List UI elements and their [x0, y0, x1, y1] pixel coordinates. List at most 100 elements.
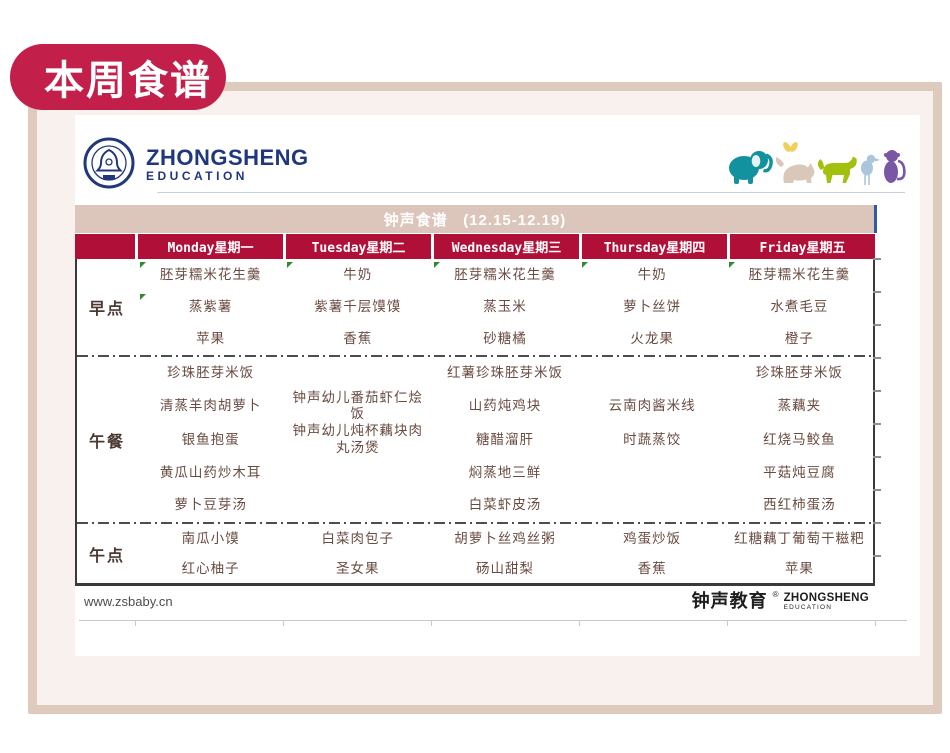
menu-cell: 红心柚子 — [137, 554, 284, 584]
menu-row: 清蒸羊肉胡萝卜钟声幼儿番茄虾仁烩饭山药炖鸡块云南肉酱米线蒸藕夹 — [137, 390, 873, 424]
menu-row: 南瓜小馍白菜肉包子胡萝卜丝鸡丝粥鸡蛋炒饭红糖藕丁葡萄干糍粑 — [137, 524, 873, 554]
menu-cell: 水煮毛豆 — [726, 291, 873, 323]
menu-row: 苹果香蕉砂糖橘火龙果橙子 — [137, 323, 873, 355]
logo-title: ZHONGSHENG — [146, 147, 309, 169]
menu-cell: 鸡蛋炒饭 — [579, 524, 726, 554]
menu-cell: 珍珠胚芽米饭 — [137, 357, 284, 390]
footer-brand-en: ZHONGSHENG — [784, 593, 869, 604]
menu-cell: 白菜肉包子 — [284, 524, 431, 554]
menu-cell: 牛奶 — [284, 259, 431, 291]
menu-cell: 香蕉 — [579, 554, 726, 584]
menu-table-title-bar: 钟声食谱 (12.15-12.19) — [75, 205, 875, 233]
registered-mark: ® — [773, 590, 779, 599]
meal-label: 早点 — [77, 259, 137, 355]
menu-cell — [579, 490, 726, 523]
menu-cell: 焖蒸地三鲜 — [431, 457, 578, 490]
menu-cell: 火龙果 — [579, 323, 726, 355]
menu-cell: 胚芽糯米花生羹 — [431, 259, 578, 291]
menu-cell: 胡萝卜丝鸡丝粥 — [431, 524, 578, 554]
school-logo-seal-icon — [83, 137, 135, 194]
spreadsheet-grid-line — [79, 620, 907, 626]
menu-cell: 红薯珍珠胚芽米饭 — [431, 357, 578, 390]
school-logo: ZHONGSHENG EDUCATION — [83, 137, 309, 194]
menu-cell — [284, 457, 431, 490]
cat-icon — [776, 157, 814, 183]
menu-cell: 云南肉酱米线 — [579, 390, 726, 424]
menu-cell: 钟声幼儿炖杯藕块肉丸汤煲 — [284, 423, 431, 457]
bird-icon — [861, 155, 880, 185]
menu-cell: 苹果 — [137, 323, 284, 355]
comment-marker-icon — [582, 262, 588, 268]
comment-marker-icon — [729, 262, 735, 268]
menu-cell: 紫薯千层馍馍 — [284, 291, 431, 323]
day-header-tuesday: Tuesday星期二 — [286, 234, 431, 259]
menu-cell: 橙子 — [726, 323, 873, 355]
menu-row: 珍珠胚芽米饭 红薯珍珠胚芽米饭 珍珠胚芽米饭 — [137, 357, 873, 390]
week-menu-badge-label: 本周食谱 — [44, 48, 212, 106]
menu-cell: 白菜虾皮汤 — [431, 490, 578, 523]
dog-icon — [818, 157, 857, 184]
butterfly-icon — [782, 141, 800, 154]
menu-table-body: 早点胚芽糯米花生羹牛奶胚芽糯米花生羹牛奶胚芽糯米花生羹蒸紫薯紫薯千层馍馍蒸玉米萝… — [75, 259, 875, 584]
menu-cell: 蒸紫薯 — [137, 291, 284, 323]
menu-cell: 糖醋溜肝 — [431, 423, 578, 457]
menu-cell: 胚芽糯米花生羹 — [137, 259, 284, 291]
menu-cell — [579, 357, 726, 390]
menu-sheet: ZHONGSHENG EDUCATION — [75, 115, 920, 656]
menu-cell: 蒸玉米 — [431, 291, 578, 323]
footer-brand-en-sub: EDUCATION — [784, 604, 869, 612]
menu-row: 黄瓜山药炒木耳 焖蒸地三鲜 平菇炖豆腐 — [137, 457, 873, 490]
menu-cell: 南瓜小馍 — [137, 524, 284, 554]
elephant-icon — [729, 151, 771, 184]
comment-marker-icon — [434, 262, 440, 268]
meal-label: 午点 — [77, 524, 137, 584]
logo-subtitle: EDUCATION — [146, 169, 309, 184]
menu-row: 胚芽糯米花生羹牛奶胚芽糯米花生羹牛奶胚芽糯米花生羹 — [137, 259, 873, 291]
day-header-thursday: Thursday星期四 — [582, 234, 727, 259]
meal-section: 午餐珍珠胚芽米饭红薯珍珠胚芽米饭珍珠胚芽米饭清蒸羊肉胡萝卜钟声幼儿番茄虾仁烩饭山… — [77, 357, 873, 522]
menu-cell: 牛奶 — [579, 259, 726, 291]
menu-cell: 时蔬蒸饺 — [579, 423, 726, 457]
menu-cell: 黄瓜山药炒木耳 — [137, 457, 284, 490]
day-header-wednesday: Wednesday星期三 — [434, 234, 579, 259]
menu-cell: 蒸藕夹 — [726, 390, 873, 424]
menu-cell: 砀山甜梨 — [431, 554, 578, 584]
menu-cell — [284, 357, 431, 390]
menu-row: 银鱼抱蛋钟声幼儿炖杯藕块肉丸汤煲糖醋溜肝时蔬蒸饺红烧马鲛鱼 — [137, 423, 873, 457]
meal-label: 午餐 — [77, 357, 137, 522]
menu-cell: 平菇炖豆腐 — [726, 457, 873, 490]
selection-caret — [874, 205, 877, 233]
day-header-corner-cell — [75, 234, 135, 259]
menu-row: 红心柚子圣女果砀山甜梨香蕉苹果 — [137, 554, 873, 584]
weekly-menu-screen: 本周食谱 ZHONGSHENG EDUCATION — [0, 0, 950, 753]
menu-cell: 银鱼抱蛋 — [137, 423, 284, 457]
day-header-row: Monday星期一 Tuesday星期二 Wednesday星期三 Thursd… — [75, 234, 875, 259]
comment-marker-icon — [140, 262, 146, 268]
menu-cell — [284, 490, 431, 523]
monkey-icon — [884, 150, 904, 183]
day-header-friday: Friday星期五 — [730, 234, 875, 259]
menu-cell: 圣女果 — [284, 554, 431, 584]
comment-marker-icon — [140, 294, 146, 300]
meal-section: 午点南瓜小馍白菜肉包子胡萝卜丝鸡丝粥鸡蛋炒饭红糖藕丁葡萄干糍粑红心柚子圣女果砀山… — [77, 524, 873, 584]
animal-icons-row — [726, 139, 906, 192]
menu-row: 萝卜豆芽汤 白菜虾皮汤 西红柿蛋汤 — [137, 490, 873, 523]
footer-brand-cn: 钟声教育 — [692, 591, 768, 611]
week-menu-badge: 本周食谱 — [10, 44, 226, 110]
menu-cell: 山药炖鸡块 — [431, 390, 578, 424]
menu-cell: 萝卜丝饼 — [579, 291, 726, 323]
menu-cell: 西红柿蛋汤 — [726, 490, 873, 523]
sheet-footer: www.zsbaby.cn 钟声教育 ® ZHONGSHENG EDUCATIO… — [75, 583, 875, 617]
menu-cell: 珍珠胚芽米饭 — [726, 357, 873, 390]
school-logo-text: ZHONGSHENG EDUCATION — [146, 147, 309, 184]
menu-cell: 砂糖橘 — [431, 323, 578, 355]
meal-section: 早点胚芽糯米花生羹牛奶胚芽糯米花生羹牛奶胚芽糯米花生羹蒸紫薯紫薯千层馍馍蒸玉米萝… — [77, 259, 873, 355]
menu-cell: 萝卜豆芽汤 — [137, 490, 284, 523]
menu-cell: 香蕉 — [284, 323, 431, 355]
menu-cell: 红糖藕丁葡萄干糍粑 — [726, 524, 873, 554]
menu-cell — [579, 457, 726, 490]
menu-cell: 红烧马鲛鱼 — [726, 423, 873, 457]
menu-table: 钟声食谱 (12.15-12.19) Monday星期一 Tuesday星期二 … — [75, 205, 875, 584]
website-url[interactable]: www.zsbaby.cn — [84, 594, 173, 609]
day-header-monday: Monday星期一 — [138, 234, 283, 259]
